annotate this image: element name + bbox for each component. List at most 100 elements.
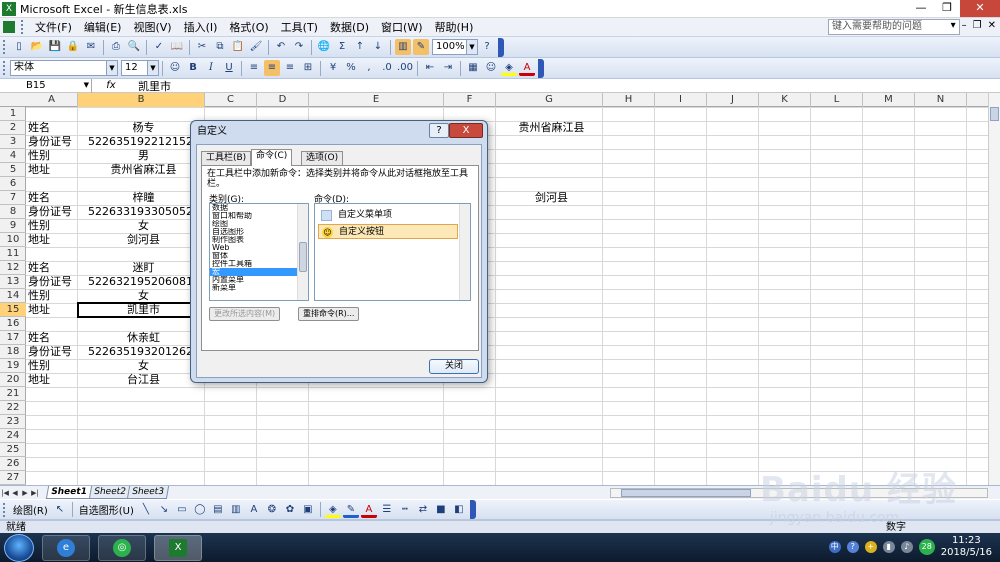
- category-item[interactable]: 数据: [210, 204, 308, 212]
- email-icon[interactable]: ✉: [83, 39, 99, 55]
- horizontal-scrollbar[interactable]: [610, 488, 988, 498]
- menu-view[interactable]: 视图(V): [127, 19, 177, 35]
- column-header-o[interactable]: O: [967, 93, 988, 107]
- category-item[interactable]: 内置菜单: [210, 276, 308, 284]
- undo-icon[interactable]: ↶: [273, 39, 289, 55]
- row-header-8[interactable]: 8: [0, 205, 26, 219]
- shadow-icon[interactable]: ■: [433, 502, 449, 518]
- row-header-17[interactable]: 17: [0, 331, 26, 345]
- hyperlink-icon[interactable]: 🌐: [316, 39, 332, 55]
- save-icon[interactable]: 💾: [47, 39, 63, 55]
- commands-scrollbar[interactable]: [459, 204, 470, 300]
- tray-help-icon[interactable]: ?: [846, 541, 859, 553]
- category-item[interactable]: 自选图形: [210, 228, 308, 236]
- autosum-icon[interactable]: Σ: [334, 39, 350, 55]
- row-header-14[interactable]: 14: [0, 289, 26, 303]
- cell-b7[interactable]: 梓瞳: [80, 191, 207, 205]
- categories-list[interactable]: 数据 窗口和帮助 绘图 自选图形 制作图表 Web 窗体 控件工具箱宏内置菜单 新菜单: [209, 203, 309, 301]
- row-header-21[interactable]: 21: [0, 387, 26, 401]
- prev-sheet-icon[interactable]: ◀: [10, 489, 20, 497]
- doc-restore-icon[interactable]: ❐: [973, 20, 982, 31]
- cell-b19[interactable]: 女: [80, 359, 207, 373]
- sheet-tab-2[interactable]: Sheet2: [88, 486, 131, 499]
- permission-icon[interactable]: 🔒: [65, 39, 81, 55]
- sort-asc-icon[interactable]: ↑: [352, 39, 368, 55]
- print-icon[interactable]: ⎙: [108, 39, 124, 55]
- column-header-m[interactable]: M: [863, 93, 915, 107]
- draw-fill-color-icon[interactable]: ◈: [324, 502, 341, 518]
- modify-selection-button[interactable]: 更改所选内容(M): [209, 307, 281, 321]
- underline-icon[interactable]: U: [221, 60, 237, 76]
- 3d-icon[interactable]: ◧: [451, 502, 467, 518]
- menu-window[interactable]: 窗口(W): [375, 19, 428, 35]
- cell-b4[interactable]: 男: [80, 149, 207, 163]
- tray-input-icon[interactable]: 中: [828, 541, 841, 553]
- paste-icon[interactable]: 📋: [230, 39, 246, 55]
- cell-b17[interactable]: 休亲虹: [80, 331, 207, 345]
- clock[interactable]: 11:23 2018/5/16: [941, 535, 992, 559]
- row-header-27[interactable]: 27: [0, 471, 26, 485]
- doc-minimize-icon[interactable]: –: [962, 20, 967, 31]
- categories-scrollbar[interactable]: [297, 204, 308, 300]
- print-preview-icon[interactable]: 🔍: [126, 39, 142, 55]
- commands-list[interactable]: 自定义菜单项 ☺ 自定义按钮: [314, 203, 471, 301]
- tray-security-icon[interactable]: +: [864, 541, 877, 553]
- column-header-b[interactable]: B: [78, 93, 205, 107]
- category-item[interactable]: 制作图表: [210, 236, 308, 244]
- align-center-icon[interactable]: ≡: [264, 60, 280, 76]
- row-header-2[interactable]: 2: [0, 121, 26, 135]
- menu-format[interactable]: 格式(O): [223, 19, 274, 35]
- font-size-combo[interactable]: 12 ▼: [121, 60, 159, 76]
- column-header-j[interactable]: J: [707, 93, 759, 107]
- taskbar-excel[interactable]: X: [154, 534, 202, 561]
- column-header-h[interactable]: H: [603, 93, 655, 107]
- row-header-6[interactable]: 6: [0, 177, 26, 191]
- cell-b10[interactable]: 剑河县: [80, 233, 207, 247]
- arrow-icon[interactable]: ↘: [156, 502, 172, 518]
- category-item[interactable]: 新菜单: [210, 284, 308, 292]
- bold-icon[interactable]: B: [185, 60, 201, 76]
- row-header-7[interactable]: 7: [0, 191, 26, 205]
- row-header-18[interactable]: 18: [0, 345, 26, 359]
- line-icon[interactable]: ╲: [138, 502, 154, 518]
- draw-font-color-icon[interactable]: A: [360, 502, 377, 518]
- menu-tools[interactable]: 工具(T): [275, 19, 324, 35]
- column-header-g[interactable]: G: [496, 93, 603, 107]
- column-header-n[interactable]: N: [915, 93, 967, 107]
- redo-icon[interactable]: ↷: [291, 39, 307, 55]
- category-item[interactable]: 窗口和帮助: [210, 212, 308, 220]
- cell-b2[interactable]: 杨专: [80, 121, 207, 135]
- new-icon[interactable]: ▯: [11, 39, 27, 55]
- autoshapes-menu[interactable]: 自选图形(U): [76, 502, 137, 517]
- picture-icon[interactable]: ▣: [300, 502, 316, 518]
- help-search-input[interactable]: 键入需要帮助的问题: [828, 19, 960, 35]
- next-sheet-icon[interactable]: ▶: [20, 489, 30, 497]
- column-header-f[interactable]: F: [444, 93, 496, 107]
- cut-icon[interactable]: ✂: [194, 39, 210, 55]
- command-custom-menu-item[interactable]: 自定义菜单项: [318, 208, 458, 223]
- spelling-icon[interactable]: ✓: [151, 39, 167, 55]
- cell-b14[interactable]: 女: [80, 289, 207, 303]
- research-icon[interactable]: 📖: [169, 39, 185, 55]
- row-header-25[interactable]: 25: [0, 443, 26, 457]
- cell-b12[interactable]: 迷盯: [80, 261, 207, 275]
- oval-icon[interactable]: ◯: [192, 502, 208, 518]
- font-color-icon[interactable]: A: [519, 60, 535, 76]
- command-custom-button[interactable]: ☺ 自定义按钮: [318, 224, 458, 239]
- row-header-22[interactable]: 22: [0, 401, 26, 415]
- category-item[interactable]: 控件工具箱: [210, 260, 308, 268]
- cell-g7[interactable]: 剑河县: [498, 191, 605, 205]
- smiley-icon[interactable]: ☺: [167, 60, 183, 76]
- cell-b20[interactable]: 台江县: [80, 373, 207, 387]
- currency-icon[interactable]: ¥: [325, 60, 341, 76]
- draw-menu[interactable]: 绘图(R): [10, 502, 51, 517]
- dialog-help-button[interactable]: ?: [429, 123, 449, 138]
- row-header-24[interactable]: 24: [0, 429, 26, 443]
- copy-icon[interactable]: ⧉: [212, 39, 228, 55]
- menu-insert[interactable]: 插入(I): [178, 19, 224, 35]
- sheet-tab-3[interactable]: Sheet3: [127, 486, 170, 499]
- row-header-13[interactable]: 13: [0, 275, 26, 289]
- row-header-4[interactable]: 4: [0, 149, 26, 163]
- maximize-button[interactable]: ❐: [934, 0, 960, 17]
- row-header-15[interactable]: 15: [0, 303, 26, 317]
